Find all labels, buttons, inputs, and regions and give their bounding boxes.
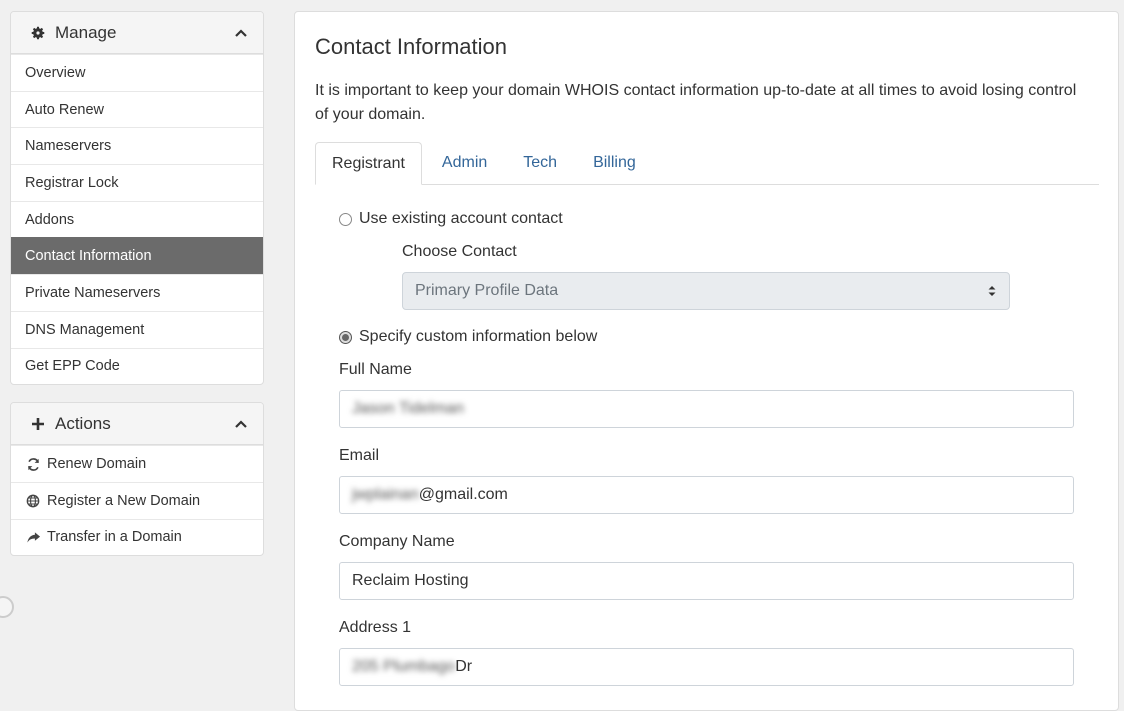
sidebar-item-contact-information[interactable]: Contact Information	[11, 237, 263, 275]
action-label: Register a New Domain	[47, 492, 201, 509]
use-existing-label: Use existing account contact	[359, 210, 563, 227]
company-name-label: Company Name	[339, 533, 455, 550]
choose-contact-select[interactable]: Primary Profile Data	[402, 272, 1010, 310]
action-transfer-domain[interactable]: Transfer in a Domain	[11, 518, 263, 556]
sidebar-item-overview[interactable]: Overview	[11, 54, 263, 91]
action-register-new-domain[interactable]: Register a New Domain	[11, 481, 263, 519]
company-name-field[interactable]: Reclaim Hosting	[339, 562, 1074, 600]
action-label: Transfer in a Domain	[47, 529, 182, 546]
contact-tabs: Registrant Admin Tech Billing	[315, 142, 1099, 185]
globe-icon	[25, 493, 41, 509]
sidebar-item-addons[interactable]: Addons	[11, 200, 263, 238]
email-field[interactable]: jwplainan @gmail.com	[339, 476, 1074, 514]
manage-panel-title: Manage	[55, 22, 117, 42]
email-value: @gmail.com	[418, 486, 508, 503]
main-panel: Contact Information It is important to k…	[294, 11, 1119, 711]
sidebar-item-auto-renew[interactable]: Auto Renew	[11, 90, 263, 128]
use-existing-option[interactable]: Use existing account contact	[339, 210, 563, 228]
full-name-label: Full Name	[339, 361, 412, 378]
full-name-field[interactable]: Jason Tidelman	[339, 390, 1074, 428]
tab-tech[interactable]: Tech	[507, 142, 573, 184]
tab-registrant[interactable]: Registrant	[315, 142, 422, 185]
company-name-value: Reclaim Hosting	[352, 572, 469, 589]
plus-icon	[30, 416, 46, 432]
collapse-toggle[interactable]	[0, 596, 14, 618]
address1-label: Address 1	[339, 619, 412, 636]
manage-panel-header[interactable]: Manage	[11, 12, 263, 54]
actions-panel: Actions Renew Domain Register a New Doma…	[10, 402, 264, 557]
chevron-up-icon[interactable]	[233, 25, 249, 41]
sidebar-item-nameservers[interactable]: Nameservers	[11, 127, 263, 164]
full-name-value: Jason Tidelman	[352, 400, 465, 417]
actions-panel-header[interactable]: Actions	[11, 403, 263, 446]
specify-custom-label: Specify custom information below	[359, 328, 598, 345]
page-title: Contact Information	[315, 34, 507, 59]
select-arrows-icon	[987, 284, 997, 298]
action-label: Renew Domain	[47, 456, 147, 473]
sidebar-item-registrar-lock[interactable]: Registrar Lock	[11, 164, 263, 201]
specify-custom-option[interactable]: Specify custom information below	[339, 328, 597, 346]
sidebar-item-get-epp-code[interactable]: Get EPP Code	[11, 347, 263, 385]
sidebar: Manage Overview Auto Renew Nameservers R…	[10, 11, 264, 573]
specify-custom-radio[interactable]	[339, 330, 352, 344]
tab-admin[interactable]: Admin	[426, 142, 503, 184]
chevron-up-icon[interactable]	[233, 416, 249, 432]
manage-panel: Manage Overview Auto Renew Nameservers R…	[10, 11, 264, 386]
share-arrow-icon	[25, 529, 41, 545]
address1-value-redacted: 205 Plumbago	[352, 658, 456, 675]
tab-billing[interactable]: Billing	[577, 142, 652, 184]
email-label: Email	[339, 447, 380, 464]
choose-contact-label: Choose Contact	[402, 243, 517, 260]
sidebar-item-private-nameservers[interactable]: Private Nameservers	[11, 274, 263, 311]
use-existing-radio[interactable]	[339, 212, 352, 226]
intro-text: It is important to keep your domain WHOI…	[315, 82, 1077, 123]
choose-contact-value: Primary Profile Data	[415, 282, 559, 299]
sidebar-item-dns-management[interactable]: DNS Management	[11, 310, 263, 348]
action-renew-domain[interactable]: Renew Domain	[11, 445, 263, 482]
refresh-icon	[25, 456, 41, 472]
gear-icon	[30, 25, 46, 41]
email-value-redacted: jwplainan	[352, 486, 419, 503]
address1-field[interactable]: 205 Plumbago Dr	[339, 648, 1074, 686]
address1-value: Dr	[455, 658, 473, 675]
actions-panel-title: Actions	[55, 413, 111, 433]
